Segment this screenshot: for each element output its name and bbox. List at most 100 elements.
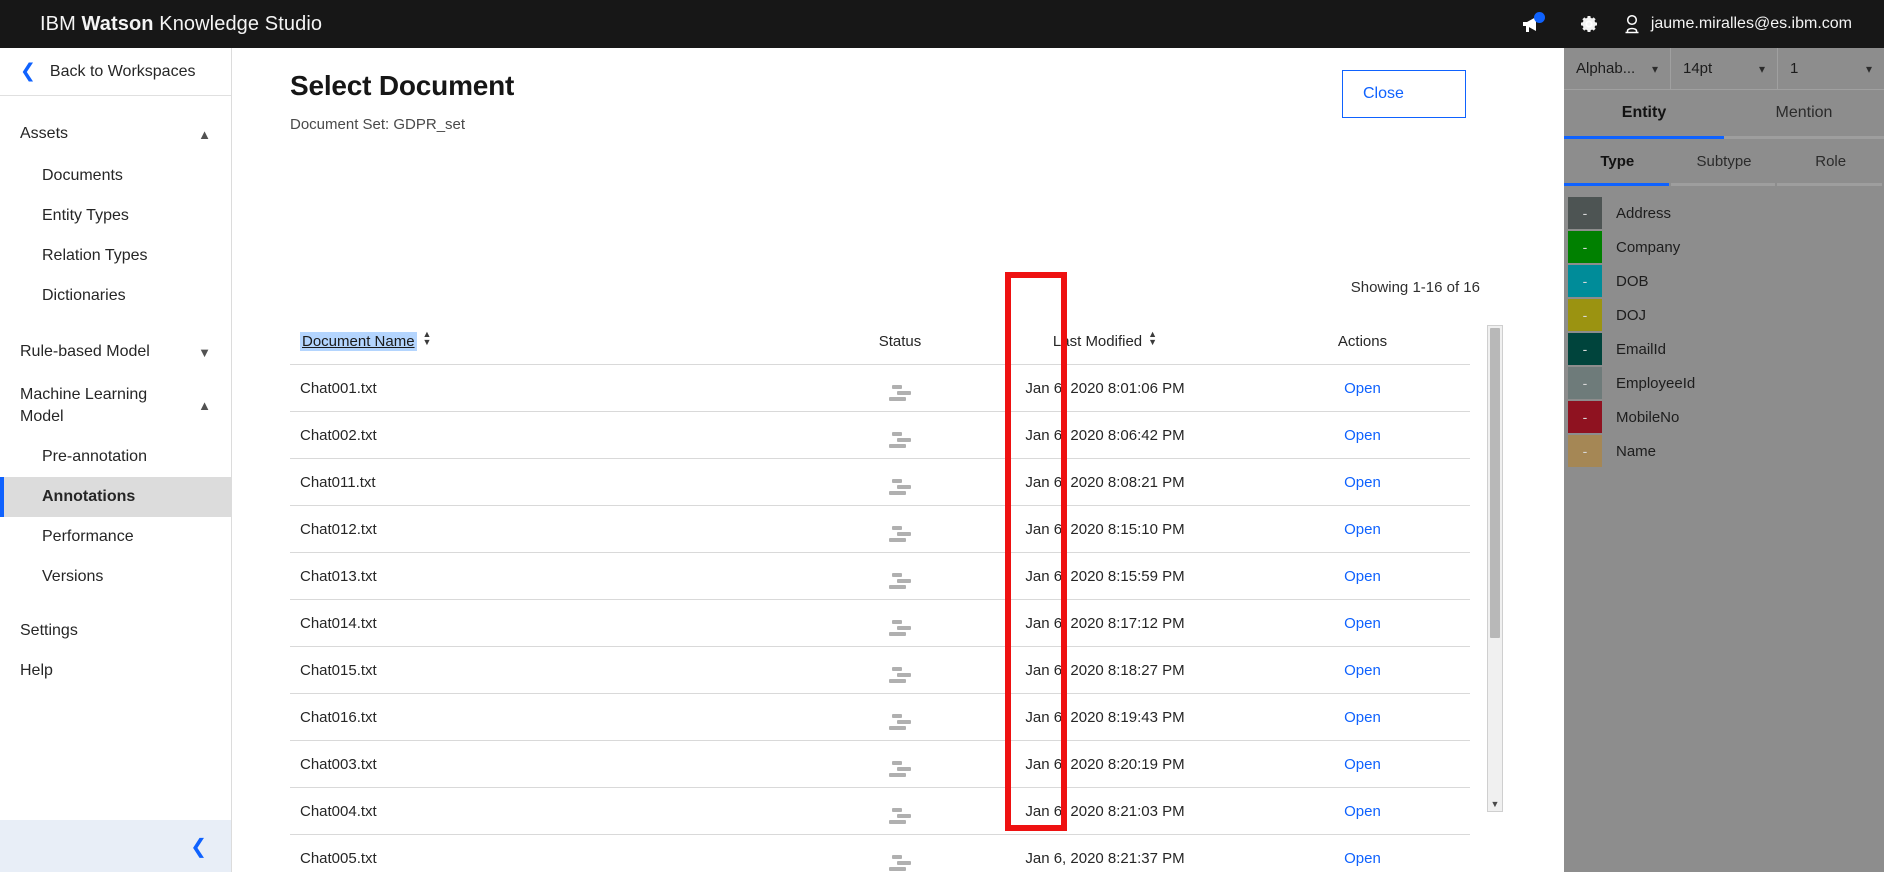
close-button[interactable]: Close [1342,70,1466,118]
table-row[interactable]: Chat002.txt Jan 6, 2020 8:06:42 PM Open [290,411,1470,459]
entity-color-swatch: - [1568,197,1602,229]
entity-color-swatch: - [1568,231,1602,263]
open-document-link[interactable]: Open [1344,427,1381,444]
tab-role[interactable]: Role [1777,139,1884,183]
sidebar-item-pre-annotation[interactable]: Pre-annotation [0,437,231,477]
sidebar-item-relation-types[interactable]: Relation Types [0,236,231,276]
cell-last-modified: Jan 6, 2020 8:15:59 PM [1025,567,1185,585]
table-scrollbar[interactable]: ▲ ▼ [1487,325,1503,812]
gear-icon[interactable] [1561,0,1617,48]
modal-header: Select Document Document Set: GDPR_set C… [232,48,1564,133]
open-document-link[interactable]: Open [1344,662,1381,679]
cell-last-modified: Jan 6, 2020 8:15:10 PM [1025,520,1185,538]
sidebar-item-entity-types[interactable]: Entity Types [0,196,231,236]
table-row[interactable]: Chat016.txt Jan 6, 2020 8:19:43 PM Open [290,693,1470,741]
column-count-select[interactable]: 1 ▾ [1778,48,1884,89]
sidebar-item-label: Entity Types [42,207,129,224]
entity-type-item[interactable]: - MobileNo [1564,400,1884,434]
sidebar-item-documents[interactable]: Documents [0,156,231,196]
chevron-left-icon: ❮ [190,835,207,858]
chevron-down-icon: ▾ [1651,61,1658,76]
back-to-workspaces-label: Back to Workspaces [49,62,196,80]
entity-type-item[interactable]: - EmailId [1564,332,1884,366]
sidebar-group-machine-learning-model[interactable]: Machine Learning Model ▲ [0,374,231,437]
cell-document-name: Chat015.txt [300,661,377,679]
sidebar-collapse-bar[interactable]: ❮ [0,820,231,872]
entity-type-item[interactable]: - DOJ [1564,298,1884,332]
back-to-workspaces-button[interactable]: ❮ Back to Workspaces [0,48,231,96]
chevron-up-icon: ▲ [198,398,211,414]
sort-arrows-icon[interactable]: ▲ ▼ [423,330,432,347]
entity-type-label: Company [1616,238,1681,256]
entity-type-item[interactable]: - Company [1564,230,1884,264]
table-row[interactable]: Chat003.txt Jan 6, 2020 8:20:19 PM Open [290,740,1470,788]
table-row[interactable]: Chat012.txt Jan 6, 2020 8:15:10 PM Open [290,505,1470,553]
sidebar-item-versions[interactable]: Versions [0,557,231,597]
table-row[interactable]: Chat014.txt Jan 6, 2020 8:17:12 PM Open [290,599,1470,647]
user-account-menu[interactable]: jaume.miralles@es.ibm.com [1617,0,1884,48]
document-set-label: Document Set: GDPR_set [290,116,466,133]
scrollbar-thumb[interactable] [1490,328,1500,638]
megaphone-icon[interactable] [1505,0,1561,48]
table-body: Chat001.txt Jan 6, 2020 8:01:06 PM Open Cha… [290,364,1470,872]
cell-document-name: Chat013.txt [300,567,377,585]
sidebar-item-annotations[interactable]: Annotations [0,477,231,518]
subtab-indicator-active [1564,183,1669,186]
sidebar-group-rule-based-model[interactable]: Rule-based Model ▼ [0,330,231,374]
document-table-container: Document Name ▲ ▼ Status Last Modified ▲ ▼ A… [290,330,1505,872]
cell-last-modified: Jan 6, 2020 8:01:06 PM [1025,379,1185,397]
subtab-indicator [1564,183,1884,186]
font-size-select[interactable]: 14pt ▾ [1671,48,1778,89]
chevron-down-icon: ▾ [1865,61,1872,76]
tab-subtype[interactable]: Subtype [1671,139,1778,183]
open-document-link[interactable]: Open [1344,756,1381,773]
sidebar-item-performance[interactable]: Performance [0,517,231,557]
sort-arrows-icon[interactable]: ▲ ▼ [1148,330,1157,347]
open-document-link[interactable]: Open [1344,709,1381,726]
open-document-link[interactable]: Open [1344,850,1381,867]
sidebar-group-assets[interactable]: Assets ▲ [0,112,231,156]
table-row[interactable]: Chat011.txt Jan 6, 2020 8:08:21 PM Open [290,458,1470,506]
open-document-link[interactable]: Open [1344,803,1381,820]
sidebar-item-dictionaries[interactable]: Dictionaries [0,276,231,316]
entity-type-item[interactable]: - EmployeeId [1564,366,1884,400]
sort-order-select[interactable]: Alphab... ▾ [1564,48,1671,89]
right-panel-subtabs: Type Subtype Role [1564,139,1884,183]
entity-color-swatch: - [1568,333,1602,365]
entity-type-item[interactable]: - DOB [1564,264,1884,298]
entity-type-item[interactable]: - Address [1564,196,1884,230]
open-document-link[interactable]: Open [1344,568,1381,585]
tab-entity[interactable]: Entity [1564,90,1724,136]
cell-last-modified: Jan 6, 2020 8:08:21 PM [1025,473,1185,491]
open-document-link[interactable]: Open [1344,521,1381,538]
open-document-link[interactable]: Open [1344,380,1381,397]
column-header-document-name[interactable]: Document Name ▲ ▼ [290,330,845,365]
cell-last-modified: Jan 6, 2020 8:19:43 PM [1025,708,1185,726]
sidebar-item-settings[interactable]: Settings [0,611,231,651]
select-document-modal: Select Document Document Set: GDPR_set C… [232,48,1564,872]
entity-type-item[interactable]: - Name [1564,434,1884,468]
entity-type-label: EmployeeId [1616,374,1696,392]
tab-mention[interactable]: Mention [1724,90,1884,136]
column-header-last-modified[interactable]: Last Modified ▲ ▼ [955,330,1255,365]
open-document-link[interactable]: Open [1344,615,1381,632]
table-row[interactable]: Chat004.txt Jan 6, 2020 8:21:03 PM Open [290,787,1470,835]
brand-prefix: IBM [40,12,82,35]
scroll-down-icon[interactable]: ▼ [1488,797,1502,811]
table-row[interactable]: Chat005.txt Jan 6, 2020 8:21:37 PM Open [290,834,1470,872]
cell-last-modified: Jan 6, 2020 8:20:19 PM [1025,755,1185,773]
open-document-link[interactable]: Open [1344,474,1381,491]
sidebar-item-help[interactable]: Help [0,651,231,691]
user-email-label: jaume.miralles@es.ibm.com [1650,15,1852,32]
cell-document-name: Chat004.txt [300,802,377,820]
table-row[interactable]: Chat001.txt Jan 6, 2020 8:01:06 PM Open [290,364,1470,412]
cell-status [845,694,955,741]
tab-type[interactable]: Type [1564,139,1671,183]
table-row[interactable]: Chat015.txt Jan 6, 2020 8:18:27 PM Open [290,646,1470,694]
cell-actions: Open [1255,365,1470,412]
document-lines-icon [889,384,911,401]
entity-color-swatch: - [1568,435,1602,467]
table-row[interactable]: Chat013.txt Jan 6, 2020 8:15:59 PM Open [290,552,1470,600]
